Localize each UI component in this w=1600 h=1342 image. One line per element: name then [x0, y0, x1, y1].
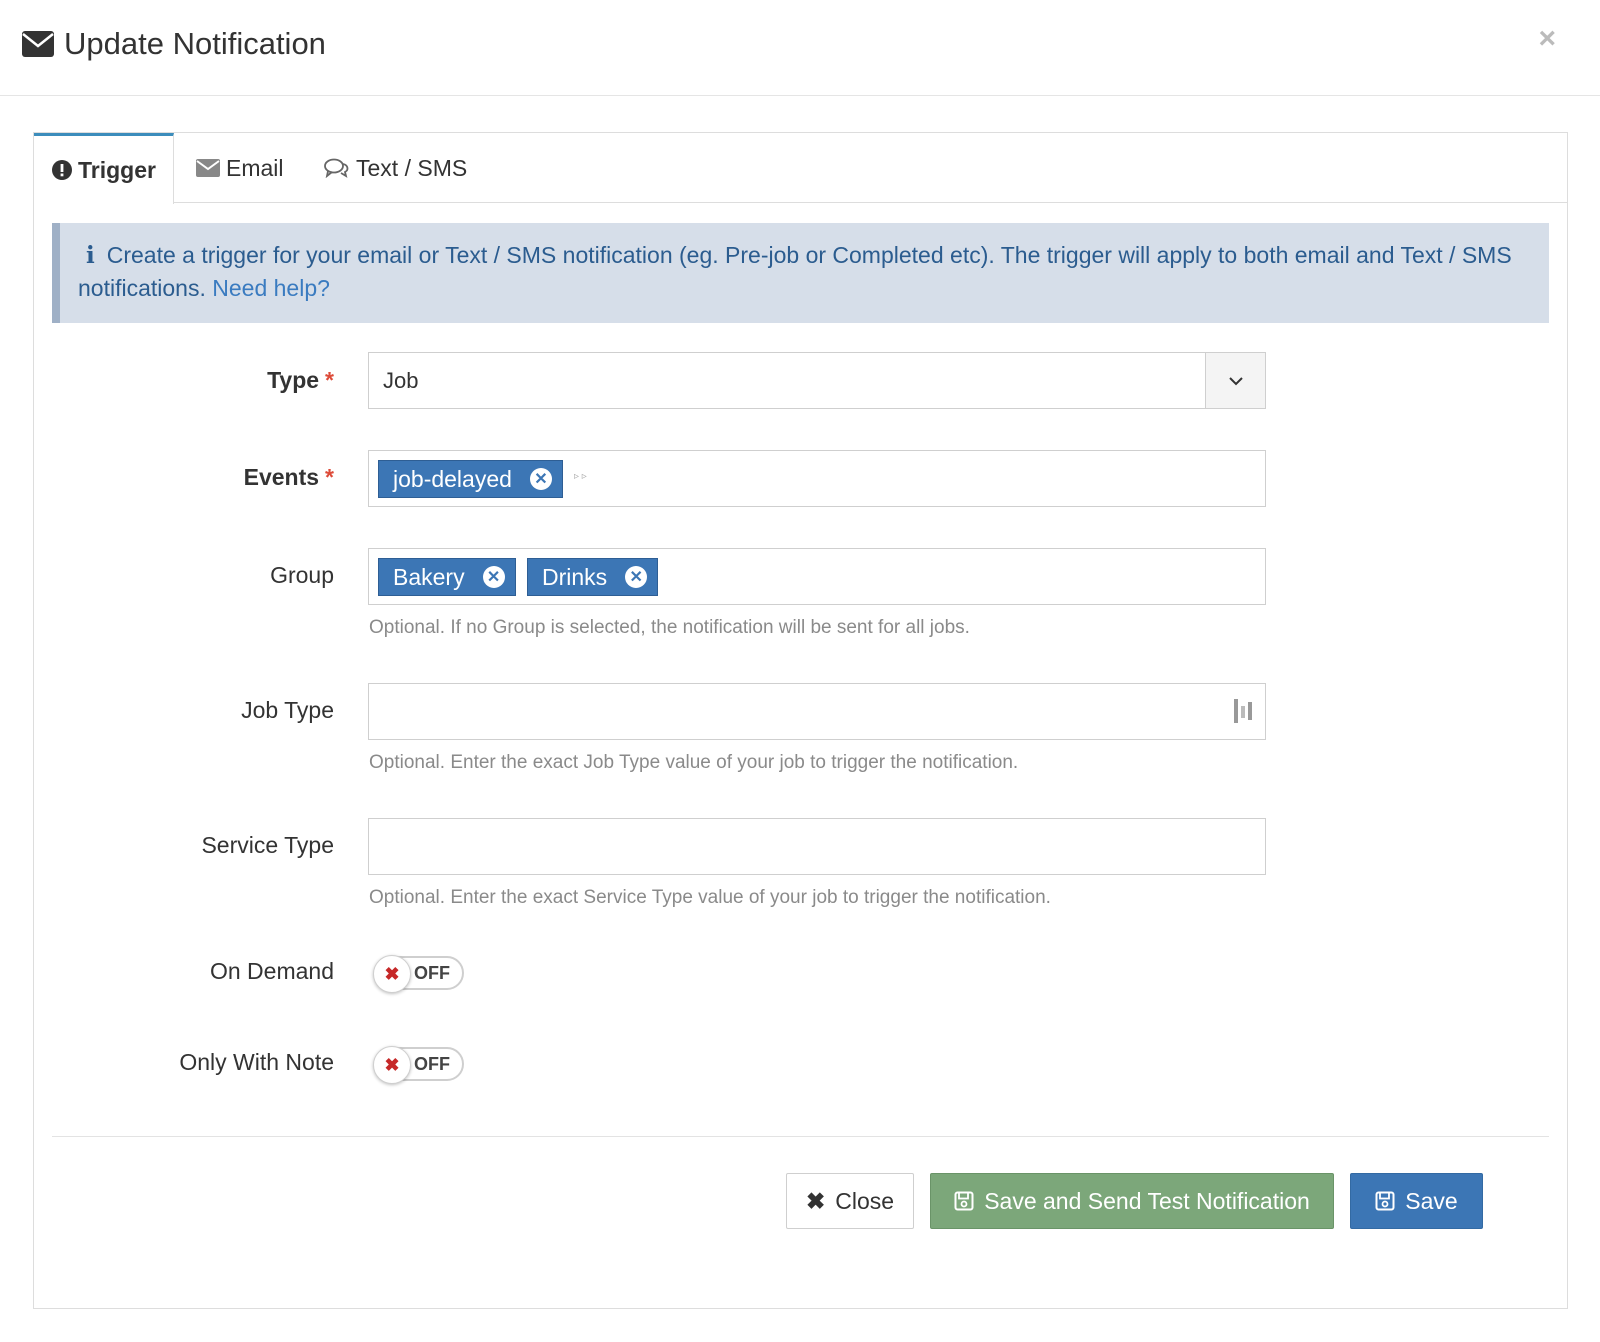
- event-tag-label: job-delayed: [393, 465, 512, 492]
- exclamation-circle-icon: [52, 160, 72, 180]
- field-widget-icon: [1233, 698, 1253, 729]
- service-type-help-text: Optional. Enter the exact Service Type v…: [369, 887, 1051, 908]
- event-tag: job-delayed ✕: [378, 460, 563, 498]
- modal-title-text: Update Notification: [64, 26, 326, 61]
- remove-tag-icon[interactable]: ✕: [529, 468, 552, 490]
- info-callout: i Create a trigger for your email or Text…: [52, 223, 1549, 323]
- toggle-off-icon: ✖: [373, 955, 411, 993]
- drag-handle-icon: ▹ ▹: [574, 471, 587, 482]
- info-icon: i: [86, 242, 95, 269]
- close-icon[interactable]: ×: [1538, 22, 1556, 56]
- footer-divider: [52, 1136, 1549, 1137]
- events-tag-input[interactable]: job-delayed ✕ ▹ ▹: [368, 450, 1266, 507]
- tab-trigger-label: Trigger: [78, 156, 156, 183]
- only-with-note-toggle[interactable]: ✖ OFF: [373, 1046, 464, 1084]
- required-star: *: [325, 367, 334, 393]
- job-type-label: Job Type: [241, 697, 334, 723]
- type-select-value: Job: [383, 368, 419, 393]
- toggle-state: OFF: [414, 963, 450, 983]
- group-tag-label: Bakery: [393, 563, 465, 590]
- modal-header: Update Notification ×: [0, 0, 1600, 96]
- toggle-off-icon: ✖: [373, 1046, 411, 1084]
- remove-tag-icon[interactable]: ✕: [625, 566, 648, 588]
- only-with-note-label: Only With Note: [179, 1049, 334, 1075]
- group-tag: Drinks ✕: [527, 558, 659, 596]
- close-button-label: Close: [835, 1187, 895, 1214]
- group-tag-label: Drinks: [542, 563, 608, 590]
- group-help-text: Optional. If no Group is selected, the n…: [369, 617, 970, 638]
- tab-text-sms[interactable]: Text / SMS: [324, 133, 467, 203]
- need-help-link[interactable]: Need help?: [212, 275, 330, 301]
- save-and-send-test-button[interactable]: Save and Send Test Notification: [930, 1173, 1334, 1229]
- floppy-disk-icon: [954, 1191, 974, 1211]
- save-button[interactable]: Save: [1350, 1173, 1483, 1229]
- group-label: Group: [270, 562, 334, 588]
- required-star: *: [325, 464, 334, 490]
- save-button-label: Save: [1405, 1187, 1458, 1214]
- events-label: Events *: [243, 464, 334, 490]
- envelope-icon: [196, 159, 220, 177]
- tab-text-sms-label: Text / SMS: [356, 154, 468, 181]
- close-icon: ✖: [805, 1187, 826, 1214]
- close-button[interactable]: ✖ Close: [786, 1173, 914, 1229]
- floppy-disk-icon: [1375, 1191, 1395, 1211]
- tab-bar: Trigger Email Text / SMS: [34, 133, 1567, 204]
- service-type-label: Service Type: [201, 832, 334, 858]
- type-select[interactable]: Job: [368, 352, 1266, 409]
- chat-bubbles-icon: [324, 158, 350, 178]
- job-type-input[interactable]: [368, 683, 1266, 740]
- group-tag: Bakery ✕: [378, 558, 516, 596]
- group-tag-input[interactable]: Bakery ✕ Drinks ✕: [368, 548, 1266, 605]
- tab-email-label: Email: [226, 154, 284, 181]
- chevron-down-icon[interactable]: [1205, 353, 1265, 408]
- remove-tag-icon[interactable]: ✕: [482, 566, 505, 588]
- save-and-send-test-label: Save and Send Test Notification: [984, 1187, 1310, 1214]
- modal-title: Update Notification: [22, 26, 326, 62]
- on-demand-label: On Demand: [209, 958, 334, 984]
- on-demand-toggle[interactable]: ✖ OFF: [373, 955, 464, 993]
- toggle-state: OFF: [414, 1054, 450, 1074]
- service-type-input[interactable]: [368, 818, 1266, 875]
- job-type-help-text: Optional. Enter the exact Job Type value…: [369, 752, 1019, 773]
- tab-email[interactable]: Email: [196, 133, 284, 203]
- tab-trigger[interactable]: Trigger: [34, 133, 174, 204]
- type-label: Type *: [267, 367, 334, 393]
- trigger-panel: Trigger Email Text / SMS i Create a trigg…: [33, 132, 1568, 1309]
- envelope-icon: [22, 27, 56, 61]
